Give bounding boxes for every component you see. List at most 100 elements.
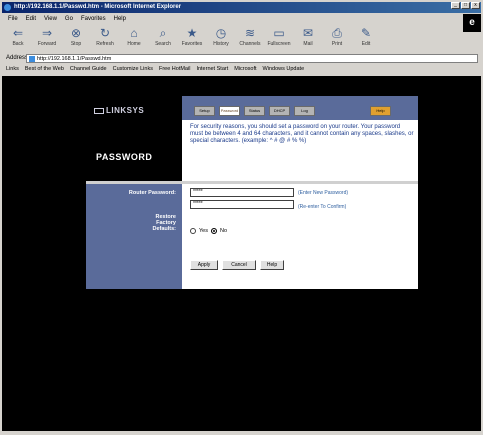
router-password-label: Router Password: xyxy=(128,190,176,196)
menu-file[interactable]: File xyxy=(8,14,18,24)
cancel-button[interactable]: Cancel xyxy=(222,260,256,270)
menu-view[interactable]: View xyxy=(44,14,57,24)
brand-block: LINKSYS PASSWORD xyxy=(86,96,182,181)
favorites-label: Favorites xyxy=(181,41,203,47)
refresh-icon: ↻ xyxy=(99,26,111,40)
window-title: http://192.168.1.1/Passwd.htm - Microsof… xyxy=(14,4,182,10)
home-button[interactable]: ⌂ Home xyxy=(122,26,146,52)
channels-button[interactable]: ≋ Channels xyxy=(238,26,262,52)
tab-log[interactable]: Log xyxy=(294,106,315,116)
window-controls: _ □ x xyxy=(451,2,480,9)
tab-help[interactable]: Help xyxy=(370,106,391,116)
ie-throbber-icon: e xyxy=(463,14,481,32)
search-button[interactable]: ⌕ Search xyxy=(151,26,175,52)
logo-text: LINKSYS xyxy=(106,106,145,115)
address-label: Address xyxy=(6,55,29,61)
enter-password-hint: (Enter New Password) xyxy=(298,190,349,196)
menu-help[interactable]: Help xyxy=(114,14,126,24)
refresh-button[interactable]: ↻ Refresh xyxy=(93,26,117,52)
favorites-icon: ★ xyxy=(186,26,198,40)
stop-label: Stop xyxy=(70,41,82,47)
history-label: History xyxy=(213,41,229,47)
address-input[interactable]: http://192.168.1.1/Passwd.htm xyxy=(26,53,478,63)
link-best-of-web[interactable]: Best of the Web xyxy=(25,64,64,74)
maximize-button[interactable]: □ xyxy=(461,2,470,9)
back-label: Back xyxy=(12,41,24,47)
menu-go[interactable]: Go xyxy=(65,14,73,24)
edit-icon: ✎ xyxy=(360,26,372,40)
edit-label: Edit xyxy=(361,41,371,47)
confirm-password-hint: (Re-enter To Confirm) xyxy=(298,204,347,210)
tab-status[interactable]: Status xyxy=(244,106,265,116)
links-label: Links xyxy=(6,66,19,72)
print-icon: ⎙ xyxy=(332,26,342,40)
home-label: Home xyxy=(127,41,141,47)
channels-label: Channels xyxy=(239,41,261,47)
info-box: For security reasons, you should set a p… xyxy=(182,120,418,181)
search-label: Search xyxy=(155,41,171,47)
forward-label: Forward xyxy=(37,41,57,47)
print-label: Print xyxy=(331,41,343,47)
confirm-password-input[interactable]: ***** xyxy=(190,200,294,209)
menu-bar: File Edit View Go Favorites Help xyxy=(2,14,481,24)
tab-password[interactable]: Password xyxy=(219,106,240,116)
stop-button[interactable]: ⊗ Stop xyxy=(64,26,88,52)
forward-button[interactable]: ⇒ Forward xyxy=(35,26,59,52)
browser-window: http://192.168.1.1/Passwd.htm - Microsof… xyxy=(0,0,483,435)
radio-no-label: No xyxy=(219,228,228,234)
links-bar: Links Best of the Web Channel Guide Cust… xyxy=(2,64,481,74)
home-icon: ⌂ xyxy=(130,26,138,40)
history-button[interactable]: ◷ History xyxy=(209,26,233,52)
back-arrow-icon: ⇐ xyxy=(12,26,24,40)
address-bar: Address http://192.168.1.1/Passwd.htm xyxy=(2,53,481,63)
restore-defaults-label: Restore Factory Defaults: xyxy=(152,214,176,232)
tab-setup[interactable]: Setup xyxy=(194,106,215,116)
bottom-bar xyxy=(86,289,418,299)
history-icon: ◷ xyxy=(215,26,227,40)
fullscreen-button[interactable]: ▭ Fullscreen xyxy=(267,26,291,52)
print-button[interactable]: ⎙ Print xyxy=(325,26,349,52)
search-icon: ⌕ xyxy=(159,26,167,40)
forward-arrow-icon: ⇒ xyxy=(41,26,53,40)
close-button[interactable]: x xyxy=(471,2,480,9)
fullscreen-icon: ▭ xyxy=(273,26,285,40)
radio-yes-label: Yes xyxy=(199,228,208,234)
password-form: ***** (Enter New Password) ***** (Re-ent… xyxy=(182,184,418,289)
link-windows-update[interactable]: Windows Update xyxy=(263,64,305,74)
radio-yes[interactable] xyxy=(190,228,196,234)
menu-favorites[interactable]: Favorites xyxy=(81,14,106,24)
mail-label: Mail xyxy=(303,41,313,47)
refresh-label: Refresh xyxy=(96,41,114,47)
mail-icon: ✉ xyxy=(302,26,314,40)
info-text: For security reasons, you should set a p… xyxy=(190,124,414,144)
toolbar: ⇐ Back ⇒ Forward ⊗ Stop ↻ Refresh ⌂ Home ⌕ Sea… xyxy=(2,26,462,52)
link-free-hotmail[interactable]: Free HotMail xyxy=(159,64,190,74)
tab-bar: Setup Password Status DHCP Log Help xyxy=(182,96,418,120)
restore-defaults-options: Yes No xyxy=(190,228,227,234)
tab-dhcp[interactable]: DHCP xyxy=(269,106,290,116)
link-channel-guide[interactable]: Channel Guide xyxy=(70,64,107,74)
minimize-button[interactable]: _ xyxy=(451,2,460,9)
fullscreen-label: Fullscreen xyxy=(267,41,291,47)
radio-no[interactable] xyxy=(210,228,217,234)
link-microsoft[interactable]: Microsoft xyxy=(234,64,256,74)
apply-button[interactable]: Apply xyxy=(190,260,218,270)
favorites-button[interactable]: ★ Favorites xyxy=(180,26,204,52)
back-button[interactable]: ⇐ Back xyxy=(6,26,30,52)
linksys-logo: LINKSYS xyxy=(94,106,144,115)
link-internet-start[interactable]: Internet Start xyxy=(196,64,228,74)
label-column: Router Password: Restore Factory Default… xyxy=(86,184,182,289)
router-panel: LINKSYS PASSWORD Setup Password Status D… xyxy=(86,96,418,299)
ie-icon xyxy=(4,4,11,11)
edit-button[interactable]: ✎ Edit xyxy=(354,26,378,52)
channels-icon: ≋ xyxy=(244,26,256,40)
logo-box-icon xyxy=(94,107,104,114)
help-button[interactable]: Help xyxy=(260,260,284,270)
section-title: PASSWORD xyxy=(96,152,153,162)
link-customize-links[interactable]: Customize Links xyxy=(113,64,153,74)
title-bar: http://192.168.1.1/Passwd.htm - Microsof… xyxy=(2,2,481,13)
password-input[interactable]: ***** xyxy=(190,188,294,197)
mail-button[interactable]: ✉ Mail xyxy=(296,26,320,52)
stop-icon: ⊗ xyxy=(70,26,82,40)
menu-edit[interactable]: Edit xyxy=(26,14,36,24)
